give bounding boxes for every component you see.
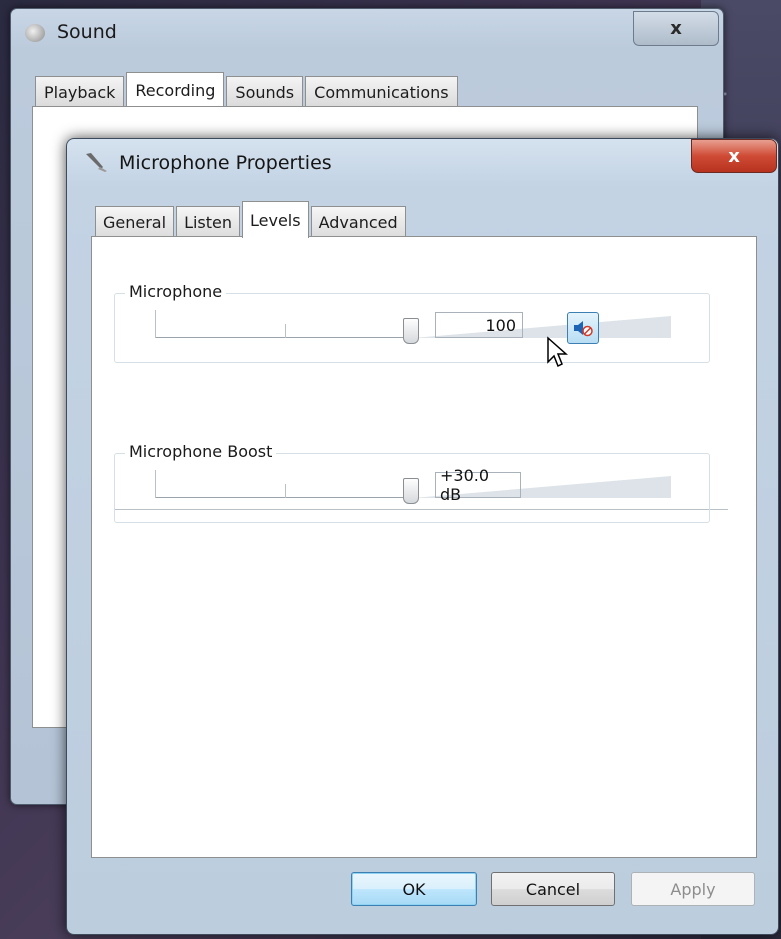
tab-communications[interactable]: Communications bbox=[305, 76, 458, 107]
mute-button[interactable] bbox=[567, 312, 599, 344]
microphone-level-slider[interactable] bbox=[155, 310, 671, 344]
cancel-button[interactable]: Cancel bbox=[491, 872, 615, 906]
slider-baseline bbox=[155, 337, 413, 338]
sound-close-button[interactable]: x bbox=[633, 11, 719, 46]
slider-tick bbox=[285, 324, 286, 338]
sound-tab-bar: Playback Recording Sounds Communications bbox=[35, 72, 460, 107]
apply-button[interactable]: Apply bbox=[631, 872, 755, 906]
boost-level-slider[interactable] bbox=[155, 470, 671, 504]
mouse-cursor-icon bbox=[547, 336, 568, 368]
speaker-icon bbox=[25, 24, 45, 42]
slider-tick bbox=[155, 470, 156, 498]
levels-tab-panel: Microphone 100 Microphone Boost +30.0 dB bbox=[91, 236, 757, 858]
mic-tab-bar: General Listen Levels Advanced bbox=[95, 201, 408, 238]
tab-sounds[interactable]: Sounds bbox=[226, 76, 304, 107]
speaker-muted-icon bbox=[574, 321, 593, 337]
tab-recording[interactable]: Recording bbox=[126, 72, 225, 107]
slider-thumb[interactable] bbox=[403, 478, 419, 504]
microphone-group: Microphone 100 bbox=[114, 282, 710, 363]
mic-close-button[interactable]: x bbox=[691, 139, 777, 173]
slider-baseline bbox=[155, 497, 413, 498]
tab-listen[interactable]: Listen bbox=[176, 206, 241, 237]
sound-window-title: Sound bbox=[57, 21, 117, 43]
boost-group-label: Microphone Boost bbox=[125, 442, 277, 461]
tab-general[interactable]: General bbox=[95, 206, 175, 237]
tab-advanced[interactable]: Advanced bbox=[310, 206, 406, 237]
slider-tick bbox=[285, 484, 286, 498]
mic-window-title: Microphone Properties bbox=[119, 152, 332, 174]
ok-button[interactable]: OK bbox=[351, 872, 477, 906]
microphone-boost-group: Microphone Boost +30.0 dB bbox=[114, 442, 710, 523]
tab-levels[interactable]: Levels bbox=[242, 201, 309, 238]
tab-playback[interactable]: Playback bbox=[35, 76, 125, 107]
microphone-group-label: Microphone bbox=[125, 282, 227, 301]
microphone-level-input[interactable]: 100 bbox=[435, 312, 523, 338]
microphone-properties-window: Microphone Properties x General Listen L… bbox=[66, 138, 779, 935]
slider-tick bbox=[155, 310, 156, 338]
microphone-icon bbox=[86, 153, 107, 172]
slider-thumb[interactable] bbox=[403, 318, 419, 344]
boost-level-readout: +30.0 dB bbox=[435, 466, 521, 504]
